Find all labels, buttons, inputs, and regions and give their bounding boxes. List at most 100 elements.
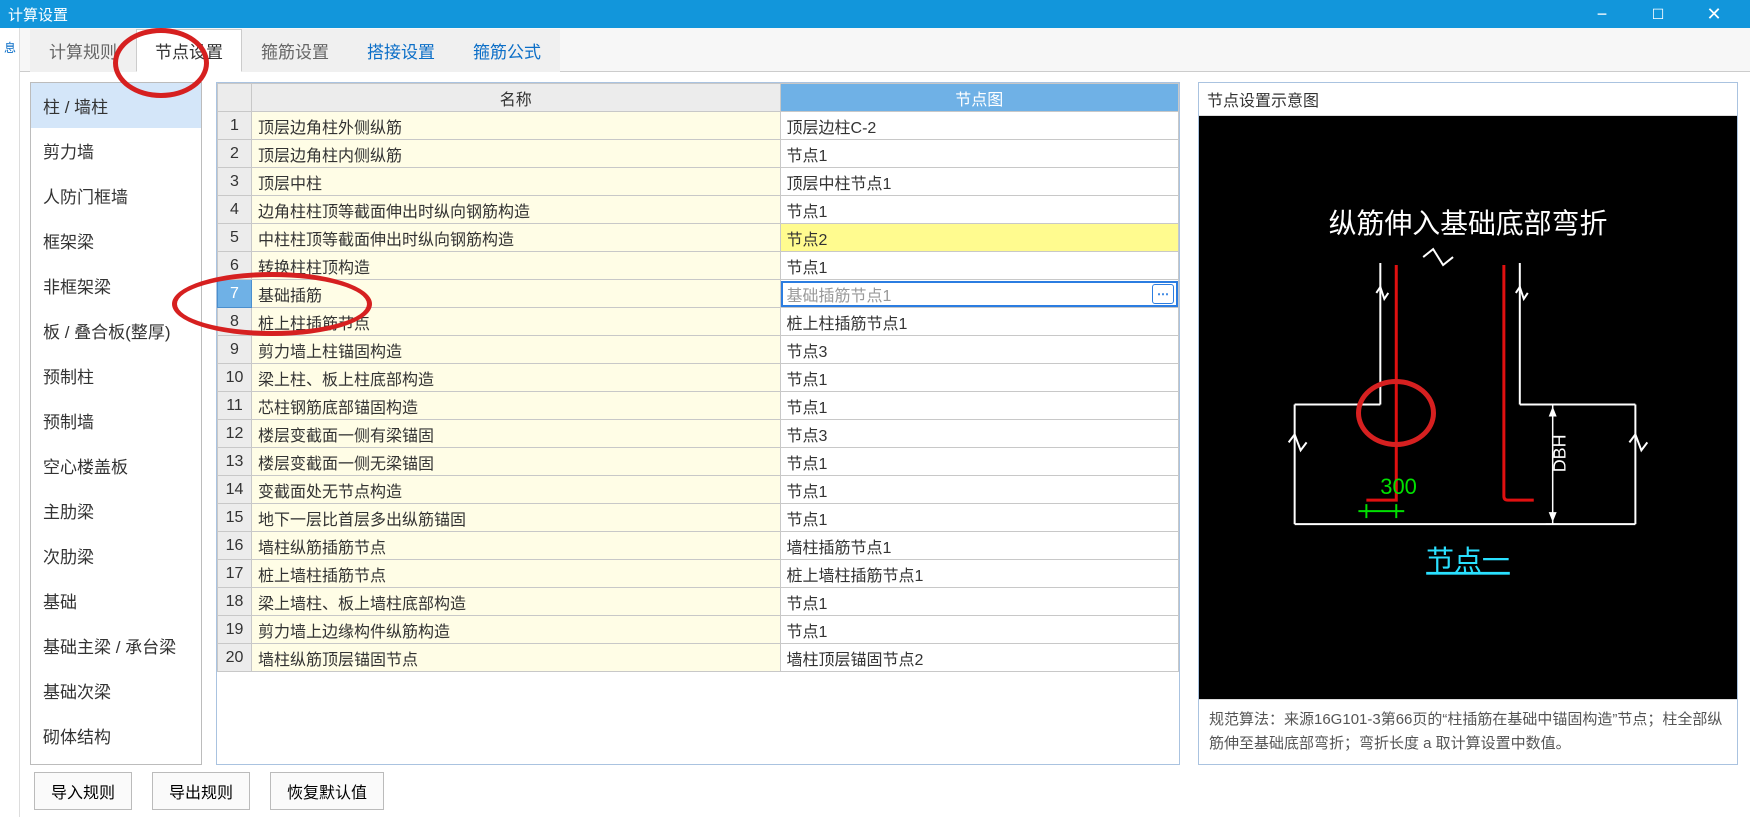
sidebar-item-12[interactable]: 基础主梁 / 承台梁: [31, 623, 201, 668]
tab-4[interactable]: 箍筋公式: [454, 29, 560, 72]
row-number: 19: [218, 616, 252, 644]
row-node[interactable]: 墙柱插筋节点1: [780, 532, 1178, 560]
tab-1[interactable]: 节点设置: [136, 29, 242, 72]
sidebar-item-1[interactable]: 剪力墙: [31, 128, 201, 173]
row-node[interactable]: 节点3: [780, 336, 1178, 364]
table-row[interactable]: 11芯柱钢筋底部锚固构造节点1: [218, 392, 1179, 420]
table-row[interactable]: 19剪力墙上边缘构件纵筋构造节点1: [218, 616, 1179, 644]
row-node[interactable]: 节点1: [780, 252, 1178, 280]
row-node[interactable]: 顶层边柱C-2: [780, 112, 1178, 140]
table-row[interactable]: 3顶层中柱顶层中柱节点1: [218, 168, 1179, 196]
row-node[interactable]: 节点1: [780, 504, 1178, 532]
row-node[interactable]: 顶层中柱节点1: [780, 168, 1178, 196]
row-node[interactable]: 基础插筋节点1⋯: [780, 280, 1178, 308]
sidebar-item-10[interactable]: 次肋梁: [31, 533, 201, 578]
table-row[interactable]: 14变截面处无节点构造节点1: [218, 476, 1179, 504]
tab-2[interactable]: 箍筋设置: [242, 29, 348, 72]
maximize-button[interactable]: [1630, 0, 1686, 28]
row-name[interactable]: 墙柱纵筋插筋节点: [252, 532, 781, 560]
row-name[interactable]: 芯柱钢筋底部锚固构造: [252, 392, 781, 420]
row-node[interactable]: 桩上墙柱插筋节点1: [780, 560, 1178, 588]
table-row[interactable]: 2顶层边角柱内侧纵筋节点1: [218, 140, 1179, 168]
table-row[interactable]: 4边角柱柱顶等截面伸出时纵向钢筋构造节点1: [218, 196, 1179, 224]
sidebar-item-14[interactable]: 砌体结构: [31, 713, 201, 758]
row-node[interactable]: 节点1: [780, 196, 1178, 224]
export-rules-button[interactable]: 导出规则: [152, 772, 250, 810]
sidebar-item-11[interactable]: 基础: [31, 578, 201, 623]
table-row[interactable]: 16墙柱纵筋插筋节点墙柱插筋节点1: [218, 532, 1179, 560]
table-row[interactable]: 18梁上墙柱、板上墙柱底部构造节点1: [218, 588, 1179, 616]
window-title: 计算设置: [8, 4, 1574, 25]
tab-0[interactable]: 计算规则: [30, 29, 136, 72]
row-name[interactable]: 墙柱纵筋顶层锚固节点: [252, 644, 781, 672]
diagram-panel: 节点设置示意图 纵筋伸入基础底部弯折: [1198, 82, 1738, 765]
row-name[interactable]: 边角柱柱顶等截面伸出时纵向钢筋构造: [252, 196, 781, 224]
sidebar-item-7[interactable]: 预制墙: [31, 398, 201, 443]
sidebar-item-5[interactable]: 板 / 叠合板(整厚): [31, 308, 201, 353]
table-row[interactable]: 15地下一层比首层多出纵筋锚固节点1: [218, 504, 1179, 532]
row-node[interactable]: 桩上柱插筋节点1: [780, 308, 1178, 336]
import-rules-button[interactable]: 导入规则: [34, 772, 132, 810]
window-controls: [1574, 0, 1742, 28]
row-node[interactable]: 节点1: [780, 140, 1178, 168]
col-header-name[interactable]: 名称: [252, 84, 781, 112]
minimize-button[interactable]: [1574, 0, 1630, 28]
close-button[interactable]: [1686, 0, 1742, 28]
row-name[interactable]: 顶层中柱: [252, 168, 781, 196]
row-name[interactable]: 桩上柱插筋节点: [252, 308, 781, 336]
restore-defaults-button[interactable]: 恢复默认值: [270, 772, 384, 810]
row-node[interactable]: 节点1: [780, 392, 1178, 420]
row-name[interactable]: 地下一层比首层多出纵筋锚固: [252, 504, 781, 532]
sidebar-item-6[interactable]: 预制柱: [31, 353, 201, 398]
row-name[interactable]: 梁上墙柱、板上墙柱底部构造: [252, 588, 781, 616]
row-node[interactable]: 墙柱顶层锚固节点2: [780, 644, 1178, 672]
title-bar: 计算设置: [0, 0, 1750, 28]
sidebar-item-4[interactable]: 非框架梁: [31, 263, 201, 308]
row-node[interactable]: 节点2: [780, 224, 1178, 252]
sidebar-item-9[interactable]: 主肋梁: [31, 488, 201, 533]
diagram-canvas: 纵筋伸入基础底部弯折: [1199, 116, 1737, 699]
row-node[interactable]: 节点3: [780, 420, 1178, 448]
table-row[interactable]: 13楼层变截面一侧无梁锚固节点1: [218, 448, 1179, 476]
sidebar-item-2[interactable]: 人防门框墙: [31, 173, 201, 218]
row-name[interactable]: 基础插筋: [252, 280, 781, 308]
row-name[interactable]: 剪力墙上柱锚固构造: [252, 336, 781, 364]
table-row[interactable]: 7基础插筋基础插筋节点1⋯: [218, 280, 1179, 308]
row-name[interactable]: 桩上墙柱插筋节点: [252, 560, 781, 588]
edge-icon: 息: [0, 28, 20, 66]
row-node[interactable]: 节点1: [780, 616, 1178, 644]
browse-button[interactable]: ⋯: [1152, 284, 1174, 304]
table-row[interactable]: 20墙柱纵筋顶层锚固节点墙柱顶层锚固节点2: [218, 644, 1179, 672]
row-name[interactable]: 剪力墙上边缘构件纵筋构造: [252, 616, 781, 644]
row-node[interactable]: 节点1: [780, 588, 1178, 616]
cell-editor[interactable]: 基础插筋节点1⋯: [781, 281, 1178, 307]
row-node[interactable]: 节点1: [780, 448, 1178, 476]
table-row[interactable]: 17桩上墙柱插筋节点桩上墙柱插筋节点1: [218, 560, 1179, 588]
row-name[interactable]: 变截面处无节点构造: [252, 476, 781, 504]
row-number: 14: [218, 476, 252, 504]
tab-3[interactable]: 搭接设置: [348, 29, 454, 72]
row-node[interactable]: 节点1: [780, 364, 1178, 392]
sidebar-item-13[interactable]: 基础次梁: [31, 668, 201, 713]
sidebar-item-8[interactable]: 空心楼盖板: [31, 443, 201, 488]
table-row[interactable]: 10梁上柱、板上柱底部构造节点1: [218, 364, 1179, 392]
sidebar-item-0[interactable]: 柱 / 墙柱: [31, 83, 201, 128]
col-header-node[interactable]: 节点图: [780, 84, 1178, 112]
row-name[interactable]: 楼层变截面一侧有梁锚固: [252, 420, 781, 448]
row-name[interactable]: 转换柱柱顶构造: [252, 252, 781, 280]
table-row[interactable]: 1顶层边角柱外侧纵筋顶层边柱C-2: [218, 112, 1179, 140]
sidebar-item-3[interactable]: 框架梁: [31, 218, 201, 263]
table-row[interactable]: 6转换柱柱顶构造节点1: [218, 252, 1179, 280]
table-row[interactable]: 8桩上柱插筋节点桩上柱插筋节点1: [218, 308, 1179, 336]
row-number: 16: [218, 532, 252, 560]
table-row[interactable]: 5中柱柱顶等截面伸出时纵向钢筋构造节点2: [218, 224, 1179, 252]
row-name[interactable]: 顶层边角柱内侧纵筋: [252, 140, 781, 168]
table-row[interactable]: 12楼层变截面一侧有梁锚固节点3: [218, 420, 1179, 448]
table-row[interactable]: 9剪力墙上柱锚固构造节点3: [218, 336, 1179, 364]
row-name[interactable]: 楼层变截面一侧无梁锚固: [252, 448, 781, 476]
row-name[interactable]: 顶层边角柱外侧纵筋: [252, 112, 781, 140]
sidebar-category-list[interactable]: 柱 / 墙柱剪力墙人防门框墙框架梁非框架梁板 / 叠合板(整厚)预制柱预制墙空心…: [30, 82, 202, 765]
row-node[interactable]: 节点1: [780, 476, 1178, 504]
row-name[interactable]: 中柱柱顶等截面伸出时纵向钢筋构造: [252, 224, 781, 252]
row-name[interactable]: 梁上柱、板上柱底部构造: [252, 364, 781, 392]
